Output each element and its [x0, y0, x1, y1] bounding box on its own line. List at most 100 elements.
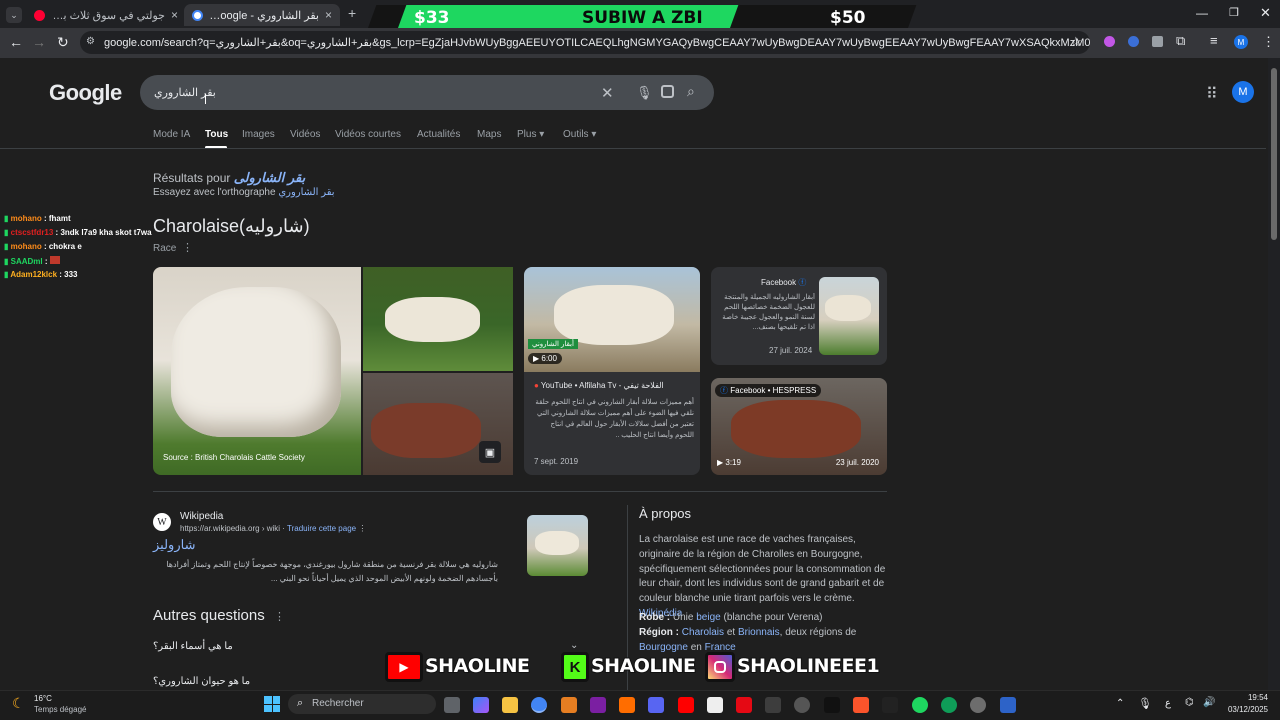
youtube-app-icon[interactable] [678, 697, 694, 713]
paa-question[interactable]: ما هو حيوان الشاروري؟ [153, 676, 250, 687]
more-options-icon[interactable]: ⋮ [274, 610, 285, 623]
weather-icon[interactable]: ☾ [12, 695, 25, 712]
result-url: https://ar.wikipedia.org › wiki · Tradui… [180, 524, 367, 533]
translate-link[interactable]: Traduire cette page [287, 524, 356, 533]
app-icon[interactable] [707, 697, 723, 713]
account-avatar[interactable]: M [1232, 81, 1254, 103]
youtube-favicon-icon [34, 9, 45, 21]
profile-avatar[interactable]: M [1234, 35, 1248, 49]
lens-icon[interactable] [661, 85, 674, 98]
cow-field-image[interactable] [363, 267, 513, 371]
apps-grid-icon[interactable]: ⠿ [1206, 84, 1218, 104]
scrollbar-thumb[interactable] [1271, 68, 1277, 240]
menu-kebab-icon[interactable]: ⋮ [1262, 34, 1275, 50]
file-explorer-icon[interactable] [502, 697, 518, 713]
site-info-icon[interactable]: ⚙ [86, 36, 95, 47]
search-input[interactable] [140, 75, 714, 110]
copilot-icon[interactable] [473, 697, 489, 713]
voice-search-icon[interactable]: 🎙 [636, 85, 653, 101]
clock-date[interactable]: 03/12/2025 [1218, 705, 1268, 714]
app-icon[interactable] [619, 697, 635, 713]
tab-google[interactable]: بقر الشاروري - Rechercher Google × [184, 4, 340, 26]
tab-images[interactable]: Images [242, 129, 275, 140]
netflix-icon[interactable] [736, 697, 752, 713]
charolais-bull-image[interactable]: Source : British Charolais Cattle Societ… [153, 267, 361, 475]
clear-search-icon[interactable]: ✕ [601, 84, 614, 102]
social-overlay: ▶ SHAOLINE K SHAOLINE SHAOLINEEE1 [385, 652, 891, 682]
weather-desc[interactable]: Temps dégagé [34, 705, 86, 714]
video-result-card[interactable]: أبقار الشاروني ▶ 6:00 ● YouTube • Alfila… [524, 267, 700, 475]
spotify-icon[interactable] [912, 697, 928, 713]
result-site: Wikipedia [180, 511, 224, 522]
app-icon[interactable] [765, 697, 781, 713]
media-controls-icon[interactable]: ≡ [1210, 33, 1218, 48]
tab-all[interactable]: Tous [205, 129, 228, 140]
chrome-icon[interactable] [531, 697, 547, 713]
tab-mode-ia[interactable]: Mode IA [153, 129, 190, 140]
tab-news[interactable]: Actualités [417, 129, 460, 140]
forward-icon[interactable]: → [32, 34, 46, 50]
calculator-icon[interactable] [1000, 697, 1016, 713]
app-icon[interactable] [794, 697, 810, 713]
reload-icon[interactable]: ↻ [57, 34, 69, 51]
extensions-puzzle-icon[interactable]: ⧉ [1176, 33, 1185, 49]
corrected-query-link[interactable]: بقر الشارولى [234, 170, 305, 185]
taskbar-search[interactable]: Rechercher [288, 694, 436, 714]
goal-target: $50 [830, 8, 866, 28]
language-indicator[interactable]: ع [1165, 698, 1171, 709]
tab-maps[interactable]: Maps [477, 129, 501, 140]
new-tab-button[interactable]: + [348, 5, 356, 21]
clock-time[interactable]: 19:54 [1228, 693, 1268, 702]
volume-icon[interactable]: 🔊 [1203, 697, 1215, 708]
result-title-link[interactable]: شاروليز [153, 537, 195, 553]
google-favicon-icon [192, 9, 203, 21]
tab-youtube[interactable]: جولتي في سوق ثلاث براكة الراضي × [26, 4, 186, 26]
google-logo[interactable]: Google [49, 80, 122, 106]
app-icon[interactable] [561, 697, 577, 713]
tab-title: بقر الشاروري - Rechercher Google [209, 9, 319, 22]
paa-question[interactable]: ما هي أسماء البقر؟ [153, 641, 233, 652]
tray-chevron-icon[interactable]: ⌃ [1116, 698, 1124, 709]
result-thumbnail[interactable] [527, 515, 588, 576]
discord-icon[interactable] [648, 697, 664, 713]
chevron-down-icon[interactable]: ⌄ [570, 640, 578, 651]
windows-start-icon[interactable] [264, 696, 280, 712]
facebook-post-card[interactable]: Facebook ⓕ أبقار الشاروليه الجميلة والمن… [711, 267, 887, 365]
extension-icon[interactable] [1128, 36, 1139, 47]
settings-icon[interactable] [970, 697, 986, 713]
bookmark-star-icon[interactable]: ☆ [1070, 34, 1082, 50]
original-query-link[interactable]: بقر الشاروري [278, 187, 334, 198]
brown-cow-image[interactable]: ▣ [363, 373, 513, 475]
address-bar[interactable]: google.com/search?q=بقر+الشاروري&oq=بقر+… [80, 31, 1090, 54]
tab-short-videos[interactable]: Vidéos courtes [335, 129, 401, 140]
back-icon[interactable]: ← [9, 34, 23, 50]
more-images-icon[interactable]: ▣ [479, 441, 501, 463]
hespress-video-card[interactable]: ⓕ Facebook • HESPRESS ▶ 3:19 23 juil. 20… [711, 378, 887, 475]
close-window-button[interactable]: ✕ [1260, 5, 1271, 21]
tradingview-icon[interactable] [882, 697, 898, 713]
tab-videos[interactable]: Vidéos [290, 129, 320, 140]
microphone-icon[interactable]: 🎙 [1138, 697, 1152, 710]
close-tab-icon[interactable]: × [171, 8, 178, 22]
tab-tools[interactable]: Outils ▾ [563, 129, 596, 140]
more-options-icon[interactable]: ⋮ [182, 241, 193, 254]
paa-title: Autres questions [153, 607, 265, 624]
xm-icon[interactable] [824, 697, 840, 713]
app-icon[interactable] [590, 697, 606, 713]
extension-icon[interactable] [1152, 36, 1163, 47]
brave-icon[interactable] [853, 697, 869, 713]
hespress-date: 23 juil. 2020 [835, 458, 879, 467]
extension-icon[interactable] [1104, 36, 1115, 47]
tab-search-chevron-icon[interactable]: ⌄ [6, 7, 22, 23]
app-icon[interactable] [941, 697, 957, 713]
post-source: Facebook ⓕ [761, 278, 807, 287]
minimize-button[interactable]: — [1196, 6, 1208, 20]
result-snippet: شاروليه هي سلالة بقر فرنسية من منطقة شار… [166, 560, 498, 583]
search-icon[interactable]: ⌕ [687, 83, 695, 100]
weather-temp[interactable]: 16°C [34, 694, 52, 703]
network-icon[interactable]: ⌬ [1185, 697, 1194, 708]
restore-button[interactable]: ❐ [1229, 6, 1239, 19]
tab-more[interactable]: Plus ▾ [517, 129, 544, 140]
close-tab-icon[interactable]: × [325, 8, 332, 22]
task-view-icon[interactable] [444, 697, 460, 713]
